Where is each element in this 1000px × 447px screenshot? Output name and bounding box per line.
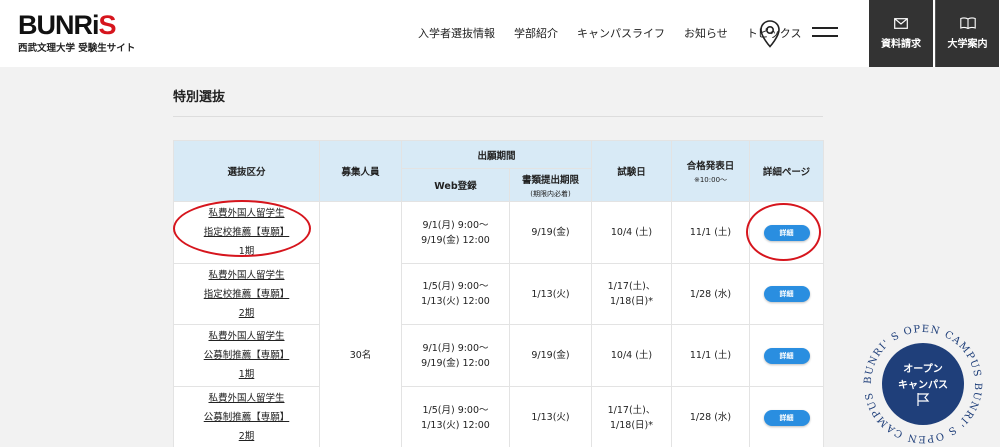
table-row: 私費外国人留学生 公募制推薦【専願】 2期 1/5(月) 9:00〜 1/13(火) … bbox=[173, 386, 825, 447]
web-period-cell: 9/1(月) 9:00〜 9/19(金) 12:00 bbox=[401, 324, 510, 387]
header-detail: 詳細ページ bbox=[749, 140, 825, 202]
header-document-deadline: 書類提出期限 (期限内必着) bbox=[508, 168, 593, 202]
request-materials-label: 資料請求 bbox=[881, 38, 921, 50]
header-web-registration: Web登録 bbox=[401, 168, 510, 202]
open-campus-badge[interactable]: BUNRI' S OPEN CAMPUS BUNRI' S OPEN CAMPU… bbox=[861, 322, 985, 446]
exam-date-cell: 1/17(土)、 1/18(日)* bbox=[591, 263, 673, 325]
book-icon bbox=[959, 17, 976, 29]
category-link[interactable]: 私費外国人留学生 公募制推薦【専願】 1期 bbox=[204, 331, 290, 380]
site-logo[interactable]: BUNRi S 西武文理大学 受験生サイト bbox=[18, 10, 136, 55]
detail-button[interactable]: 詳細 bbox=[763, 409, 810, 426]
badge-line2: キャンパス bbox=[898, 379, 948, 391]
header-result-date: 合格発表日 ※10:00〜 bbox=[671, 140, 751, 202]
section-title: 特別選抜 bbox=[173, 90, 226, 105]
nav-faculties[interactable]: 学部紹介 bbox=[514, 25, 558, 41]
document-deadline-cell: 9/19(金) bbox=[508, 201, 593, 264]
table-row: 私費外国人留学生 指定校推薦【専願】 2期 1/5(月) 9:00〜 1/13(火) … bbox=[173, 263, 825, 325]
exam-date-cell: 1/17(土)、 1/18(日)* bbox=[591, 386, 673, 447]
map-pin-icon[interactable] bbox=[760, 20, 780, 48]
header-exam-date: 試験日 bbox=[591, 140, 673, 202]
main-nav: 入学者選抜情報 学部紹介 キャンパスライフ お知らせ トピックス bbox=[418, 25, 801, 41]
logo-subtitle: 西武文理大学 受験生サイト bbox=[18, 43, 136, 54]
result-date-cell: 1/28 (水) bbox=[671, 263, 751, 325]
detail-cell: 詳細 bbox=[749, 386, 825, 447]
nav-news[interactable]: お知らせ bbox=[684, 25, 728, 41]
detail-cell: 詳細 bbox=[749, 324, 825, 387]
table-row: 私費外国人留学生 公募制推薦【専願】 1期 9/1(月) 9:00〜 9/19(金) … bbox=[173, 324, 825, 387]
menu-icon[interactable] bbox=[812, 27, 838, 39]
badge-line1: オープン bbox=[903, 362, 942, 375]
web-period-cell: 1/5(月) 9:00〜 1/13(火) 12:00 bbox=[401, 263, 510, 325]
detail-button[interactable]: 詳細 bbox=[763, 286, 810, 302]
university-guide-button[interactable]: 大学案内 bbox=[935, 0, 999, 67]
logo-mark: BUNRi S bbox=[18, 10, 117, 40]
detail-cell: 詳細 bbox=[749, 263, 825, 325]
result-date-cell: 1/28 (水) bbox=[671, 386, 751, 447]
university-guide-label: 大学案内 bbox=[947, 39, 988, 50]
exam-date-cell: 10/4 (土) bbox=[591, 324, 673, 387]
web-period-cell: 9/1(月) 9:00〜 9/19(金) 12:00 bbox=[401, 201, 510, 264]
site-header: BUNRi S 西武文理大学 受験生サイト 入学者選抜情報 学部紹介 キャンパスラ… bbox=[0, 0, 1000, 67]
category-cell: 私費外国人留学生 指定校推薦【専願】 2期 bbox=[173, 263, 320, 325]
result-date-cell: 11/1 (土) bbox=[671, 201, 751, 264]
nav-admissions[interactable]: 入学者選抜情報 bbox=[418, 25, 495, 41]
header-category: 選抜区分 bbox=[173, 140, 320, 202]
category-link[interactable]: 私費外国人留学生 指定校推薦【専願】 2期 bbox=[204, 270, 290, 319]
capacity-cell: 30名 bbox=[319, 201, 402, 447]
annotation-oval-detail bbox=[746, 203, 821, 261]
result-time-note: ※10:00〜 bbox=[693, 175, 728, 184]
header-period: 出願期間 bbox=[400, 140, 593, 169]
header-capacity: 募集人員 bbox=[319, 140, 402, 202]
special-selection-table: 選抜区分 募集人員 出願期間 試験日 合格発表日 ※10:00〜 詳細ページ W… bbox=[173, 140, 825, 447]
category-link[interactable]: 私費外国人留学生 公募制推薦【専願】 2期 bbox=[204, 393, 290, 442]
web-period-cell: 1/5(月) 9:00〜 1/13(火) 12:00 bbox=[401, 386, 510, 447]
nav-campus-life[interactable]: キャンパスライフ bbox=[577, 25, 665, 41]
document-deadline-note: (期限内必着) bbox=[530, 189, 571, 198]
mail-icon bbox=[894, 17, 908, 29]
request-materials-button[interactable]: 資料請求 bbox=[869, 0, 933, 67]
category-cell: 私費外国人留学生 公募制推薦【専願】 2期 bbox=[173, 386, 320, 447]
exam-date-cell: 10/4 (土) bbox=[591, 201, 673, 264]
section-divider bbox=[173, 116, 823, 117]
document-deadline-cell: 1/13(火) bbox=[508, 386, 593, 447]
detail-button[interactable]: 詳細 bbox=[763, 347, 810, 364]
result-date-cell: 11/1 (土) bbox=[671, 324, 751, 387]
annotation-oval-category bbox=[173, 200, 311, 257]
document-deadline-cell: 1/13(火) bbox=[508, 263, 593, 325]
category-cell: 私費外国人留学生 公募制推薦【専願】 1期 bbox=[173, 324, 320, 387]
document-deadline-cell: 9/19(金) bbox=[508, 324, 593, 387]
